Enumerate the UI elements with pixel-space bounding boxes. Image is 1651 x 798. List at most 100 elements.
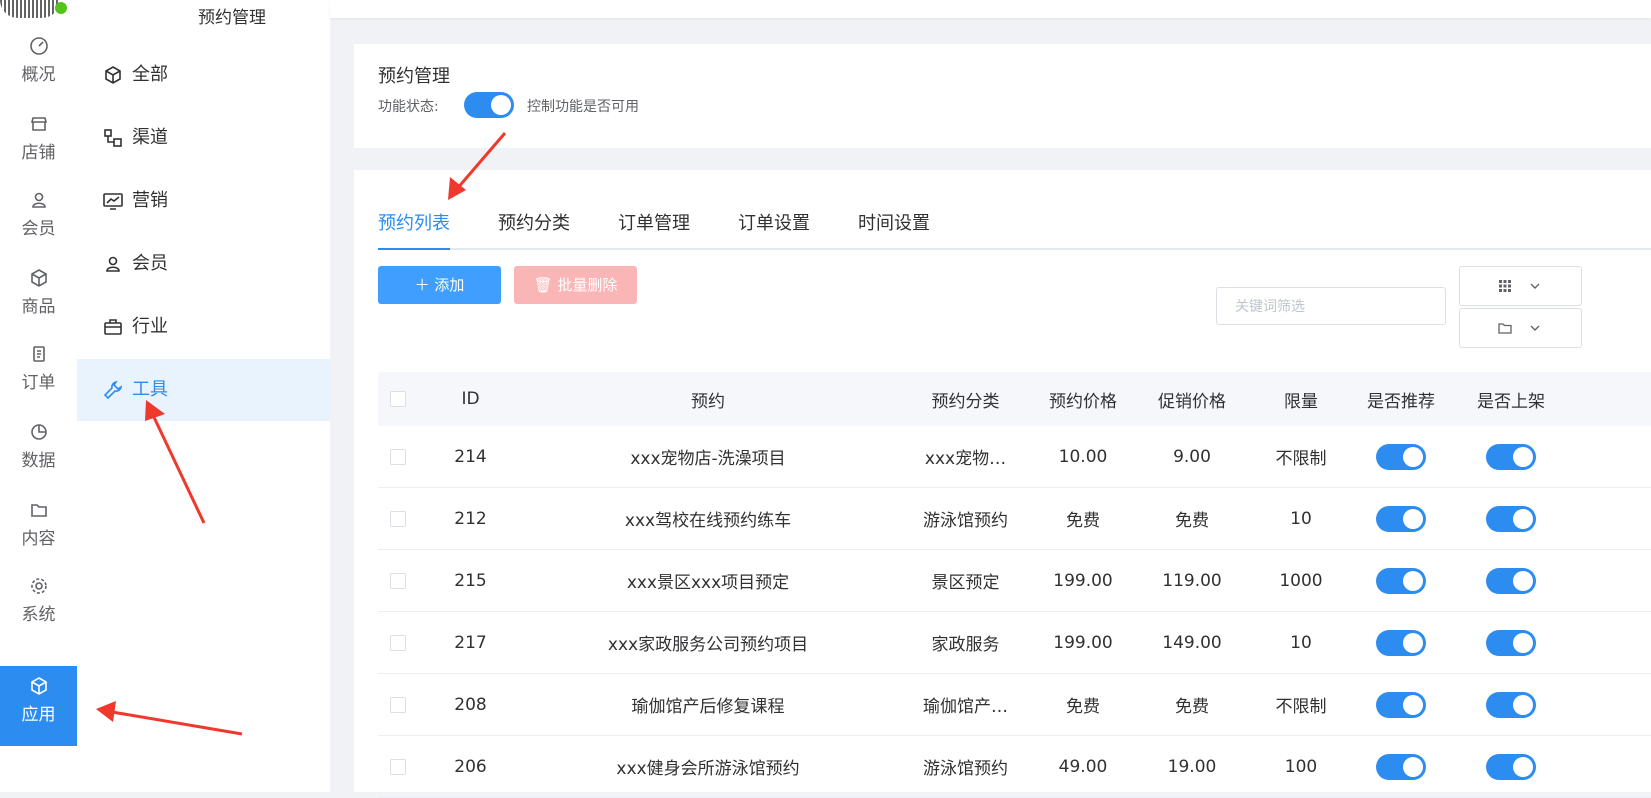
listed-toggle[interactable] [1486,753,1536,780]
sub-item-tools[interactable]: 工具 [77,359,330,421]
rail-item-overview[interactable]: 概况 [0,26,77,106]
cell-listed [1456,673,1566,736]
table-row: 212 xxx驾校在线预约练车 游泳馆预约 免费 免费 10 [378,487,1651,550]
rail-item-label: 商品 [21,297,56,317]
cell-recommend [1346,549,1456,612]
column-header: 预约 [523,372,893,426]
rail-item-label: 应用 [21,705,56,725]
gear-icon [30,578,47,594]
dashboard-icon [29,37,48,55]
tab-appointment-category[interactable]: 预约分类 [498,200,570,248]
row-checkbox[interactable] [390,448,406,465]
cell-name: 瑜伽馆产后修复课程 [523,673,893,736]
tab-order-settings[interactable]: 订单设置 [738,200,810,248]
cell-name: xxx驾校在线预约练车 [523,487,893,550]
icon-rail: 概况 店铺 会员 商品 订单 数据 内容 系统 应用 [0,0,77,792]
column-header: 预约价格 [1038,372,1128,426]
sub-item-channel[interactable]: 渠道 [77,107,330,169]
top-bar [330,0,1651,18]
wrench-icon [103,380,123,400]
sub-item-label: 行业 [132,316,168,337]
cell-listed [1456,426,1566,488]
rail-item-store[interactable]: 店铺 [0,104,77,184]
sub-item-member[interactable]: 会员 [77,233,330,295]
rail-item-content[interactable]: 内容 [0,490,77,570]
cell-id: 206 [418,735,523,798]
cell-limit: 10 [1256,611,1346,674]
sub-item-all[interactable]: 全部 [77,44,330,106]
cell-promo-price: 9.00 [1128,426,1256,488]
column-header: 限量 [1256,372,1346,426]
listed-toggle[interactable] [1486,629,1536,656]
page-title: 预约管理 [378,66,450,87]
tab-time-settings[interactable]: 时间设置 [858,200,930,248]
tab-order-management[interactable]: 订单管理 [618,200,690,248]
cell-listed [1456,487,1566,550]
cell-name: xxx宠物店-洗澡项目 [523,426,893,488]
listed-toggle[interactable] [1486,691,1536,718]
trash-icon: 🗑 [533,276,553,294]
folder-icon [30,504,47,517]
recommend-toggle[interactable] [1376,567,1426,594]
tab-appointment-list[interactable]: 预约列表 [378,200,450,250]
cell-listed [1456,549,1566,612]
sub-item-label: 营销 [132,190,168,211]
recommend-toggle[interactable] [1376,691,1426,718]
cell-category: xxx宠物… [893,426,1038,488]
row-checkbox[interactable] [390,696,406,713]
plus-icon: ＋ [414,276,430,294]
select-all-checkbox[interactable] [390,391,406,407]
badge-dot-icon [55,2,67,14]
feature-status-toggle[interactable] [464,92,514,118]
rail-item-member[interactable]: 会员 [0,180,77,260]
row-checkbox[interactable] [390,572,406,589]
add-button[interactable]: ＋ 添加 [378,266,501,304]
row-select-cell [378,735,418,798]
sub-item-industry[interactable]: 行业 [77,296,330,358]
pie-chart-icon [30,424,47,440]
cell-promo-price: 119.00 [1128,549,1256,612]
batch-delete-button[interactable]: 🗑 批量删除 [514,266,637,304]
recommend-toggle[interactable] [1376,629,1426,656]
feature-status-panel: 预约管理 功能状态: 控制功能是否可用 [354,44,1651,148]
rail-item-orders[interactable]: 订单 [0,334,77,414]
sub-item-marketing[interactable]: 营销 [77,170,330,232]
export-dropdown[interactable] [1459,308,1582,348]
sub-item-label: 会员 [132,253,168,274]
listed-toggle[interactable] [1486,443,1536,470]
status-label: 功能状态: [378,99,439,115]
cell-recommend [1346,673,1456,736]
rail-item-label: 店铺 [21,143,56,163]
rail-item-data[interactable]: 数据 [0,412,77,492]
cell-id: 215 [418,549,523,612]
status-hint: 控制功能是否可用 [527,99,639,115]
recommend-toggle[interactable] [1376,753,1426,780]
marketing-icon [103,193,123,210]
recommend-toggle[interactable] [1376,443,1426,470]
store-icon [30,117,47,131]
rail-item-system[interactable]: 系统 [0,566,77,646]
cell-category: 瑜伽馆产… [893,673,1038,736]
row-checkbox[interactable] [390,510,406,527]
column-header: 促销价格 [1128,372,1256,426]
cell-id: 217 [418,611,523,674]
rail-item-apps[interactable]: 应用 [0,666,77,746]
rail-item-label: 系统 [21,605,56,625]
listed-toggle[interactable] [1486,567,1536,594]
keyword-filter-input[interactable] [1216,287,1446,325]
row-select-cell [378,426,418,488]
cell-id: 212 [418,487,523,550]
cell-price: 199.00 [1038,611,1128,674]
qr-code-icon [0,0,60,18]
row-select-cell [378,611,418,674]
listed-toggle[interactable] [1486,505,1536,532]
cell-listed [1456,611,1566,674]
recommend-toggle[interactable] [1376,505,1426,532]
rail-item-goods[interactable]: 商品 [0,258,77,338]
cell-category: 游泳馆预约 [893,735,1038,798]
columns-dropdown[interactable] [1459,266,1582,306]
cell-name: xxx健身会所游泳馆预约 [523,735,893,798]
row-checkbox[interactable] [390,758,406,775]
row-checkbox[interactable] [390,634,406,651]
box-icon [105,66,121,84]
